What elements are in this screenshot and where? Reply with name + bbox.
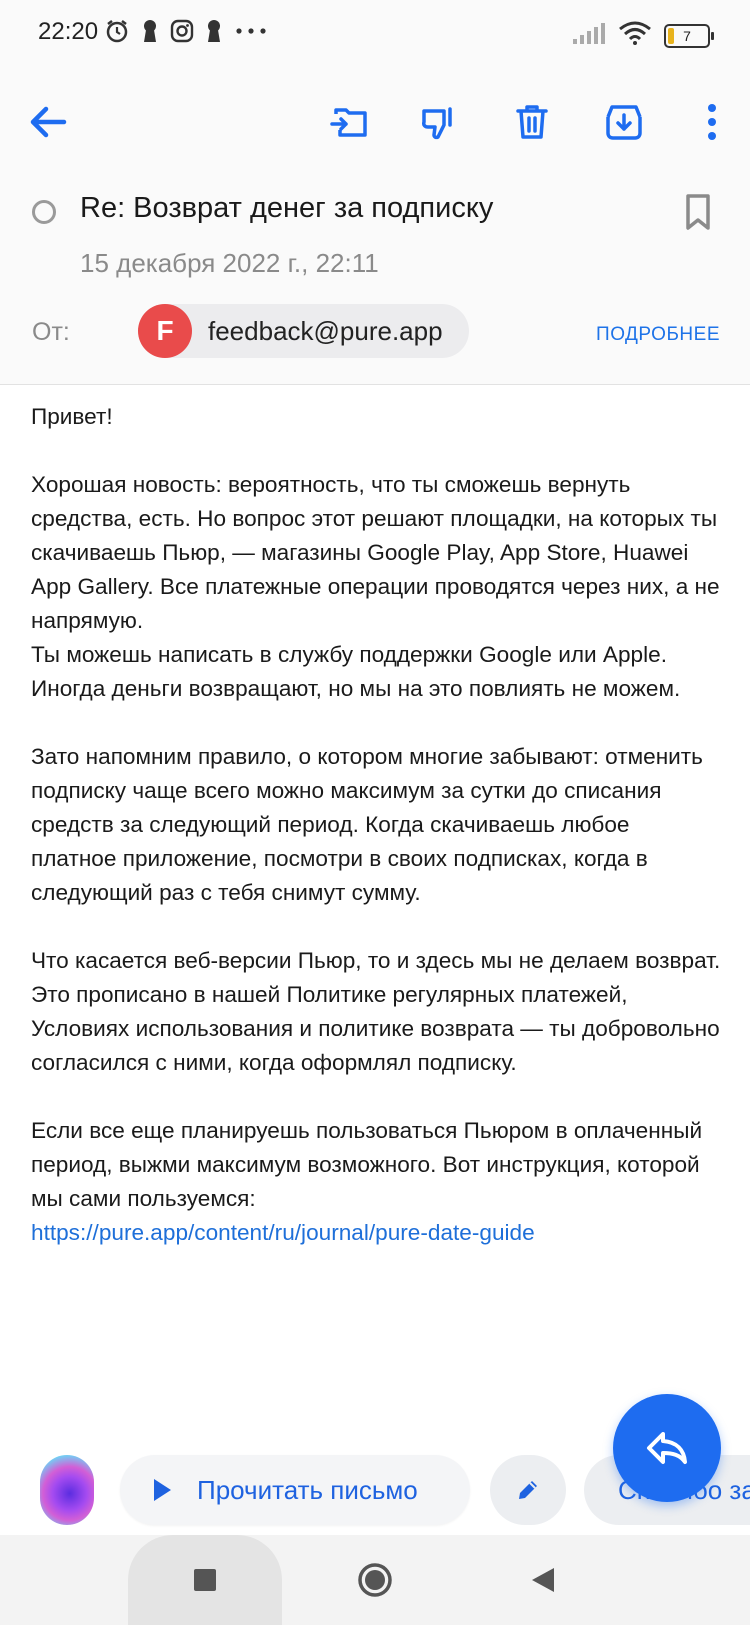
back-nav-button[interactable] bbox=[518, 1555, 568, 1605]
avatar: F bbox=[138, 304, 192, 358]
body-paragraph: Ты можешь написать в службу поддержки Go… bbox=[31, 642, 681, 701]
details-link[interactable]: ПОДРОБНЕЕ bbox=[596, 324, 720, 346]
more-button[interactable] bbox=[684, 94, 740, 150]
wifi-icon bbox=[618, 20, 652, 51]
body-paragraph: Если все еще планируешь пользоваться Пью… bbox=[31, 1118, 703, 1211]
voice-assistant-button[interactable] bbox=[40, 1455, 94, 1525]
more-notifications-icon bbox=[234, 26, 268, 36]
system-status-icons: 7 bbox=[572, 20, 714, 51]
unread-toggle[interactable] bbox=[32, 200, 56, 224]
reply-icon bbox=[647, 1432, 687, 1464]
email-header: Re: Возврат денег за подписку 15 декабря… bbox=[0, 184, 750, 385]
email-body: Привет! Хорошая новость: вероятность, чт… bbox=[31, 400, 721, 1250]
status-bar: 22:20 7 bbox=[0, 0, 750, 66]
pencil-icon bbox=[519, 1481, 537, 1499]
reply-fab[interactable] bbox=[613, 1394, 721, 1502]
body-paragraph: Зато напомним правило, о котором многие … bbox=[31, 744, 703, 905]
more-vertical-icon bbox=[708, 104, 716, 140]
read-aloud-label: Прочитать письмо bbox=[197, 1474, 418, 1505]
circle-icon bbox=[358, 1563, 392, 1597]
email-date: 15 декабря 2022 г., 22:11 bbox=[80, 248, 379, 278]
spam-dislike-icon bbox=[422, 107, 452, 140]
back-arrow-icon bbox=[30, 106, 67, 138]
alarm-icon bbox=[104, 18, 130, 44]
notification-icons bbox=[104, 18, 268, 44]
email-subject: Re: Возврат денег за подписку bbox=[80, 192, 494, 224]
body-greeting: Привет! bbox=[31, 404, 113, 429]
triangle-back-icon bbox=[532, 1568, 554, 1592]
move-button[interactable] bbox=[322, 94, 378, 150]
recents-button[interactable] bbox=[180, 1555, 230, 1605]
status-time: 22:20 bbox=[38, 18, 99, 45]
sender-chip[interactable]: F feedback@pure.app bbox=[138, 304, 469, 358]
signal-icon bbox=[572, 21, 606, 50]
move-to-folder-icon bbox=[330, 108, 367, 137]
battery-indicator: 7 bbox=[664, 23, 714, 48]
delete-button[interactable] bbox=[504, 94, 560, 150]
square-icon bbox=[194, 1569, 216, 1591]
home-button[interactable] bbox=[350, 1555, 400, 1605]
body-paragraph: Что касается веб-версии Пьюр, то и здесь… bbox=[31, 948, 721, 1075]
back-button[interactable] bbox=[20, 94, 76, 150]
download-icon bbox=[606, 105, 642, 140]
system-nav-bar bbox=[0, 1535, 750, 1625]
sender-email: feedback@pure.app bbox=[208, 315, 443, 346]
keyhole-icon bbox=[204, 18, 224, 44]
bookmark-button[interactable] bbox=[682, 192, 714, 237]
trash-icon bbox=[516, 105, 548, 139]
bookmark-icon bbox=[686, 194, 710, 230]
body-paragraph: Хорошая новость: вероятность, что ты смо… bbox=[31, 472, 720, 633]
battery-level: 7 bbox=[683, 27, 691, 44]
email-toolbar bbox=[0, 66, 750, 184]
keyhole-icon bbox=[140, 18, 160, 44]
instagram-icon bbox=[170, 19, 194, 43]
play-icon bbox=[154, 1479, 171, 1501]
from-label: От: bbox=[32, 318, 70, 346]
read-aloud-button[interactable]: Прочитать письмо bbox=[120, 1455, 470, 1525]
compose-reply-button[interactable] bbox=[490, 1455, 566, 1525]
archive-button[interactable] bbox=[596, 94, 652, 150]
spam-button[interactable] bbox=[412, 94, 468, 150]
guide-link[interactable]: https://pure.app/content/ru/journal/pure… bbox=[31, 1220, 535, 1245]
